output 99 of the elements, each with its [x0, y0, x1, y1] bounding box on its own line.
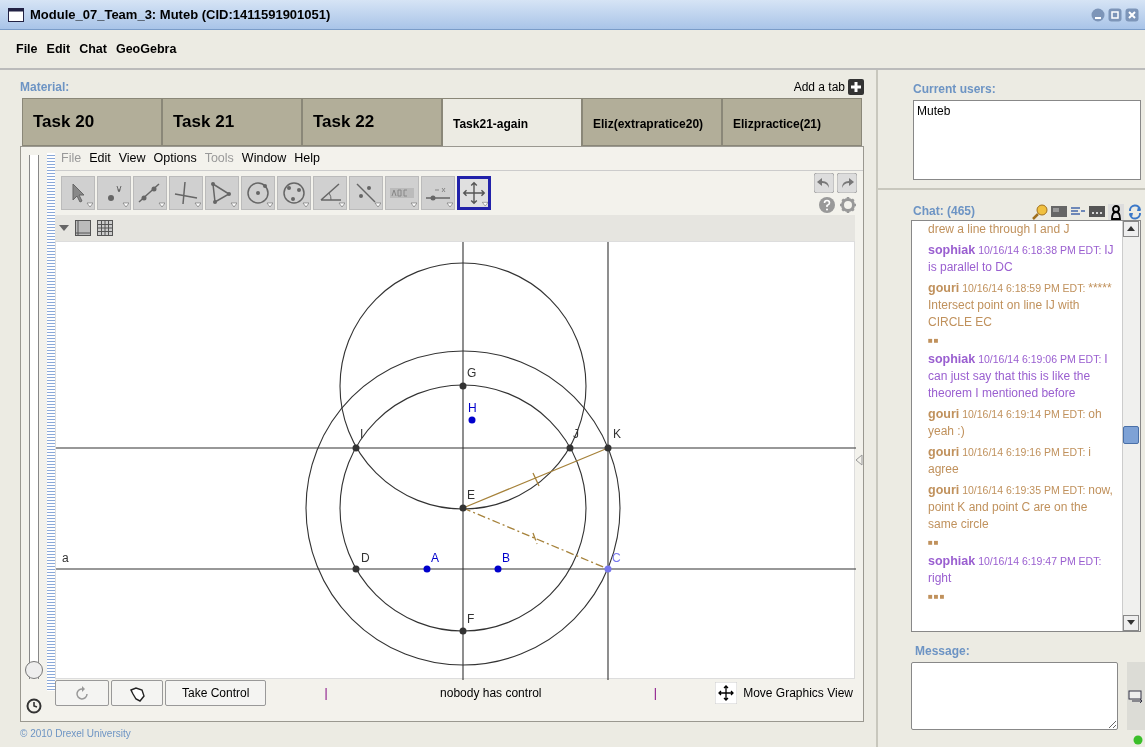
send-button[interactable] — [1127, 662, 1145, 730]
tool-button[interactable] — [133, 176, 167, 210]
copyright-text: © 2010 Drexel University — [20, 727, 132, 741]
point[interactable] — [459, 382, 467, 390]
line-label: a — [62, 551, 69, 565]
redo-icon — [74, 685, 90, 702]
scroll-down-button[interactable] — [1123, 615, 1139, 631]
point-label: B — [502, 551, 510, 565]
tab[interactable]: Task 20 — [22, 98, 162, 146]
menu-item[interactable]: Help — [294, 149, 321, 168]
point-label: G — [467, 366, 477, 380]
menu-item[interactable]: Window — [241, 149, 287, 168]
awareness-marker: ■■ — [928, 335, 941, 347]
awareness-marker: ■■■ — [928, 591, 947, 603]
point[interactable] — [468, 416, 476, 424]
tool-button[interactable] — [169, 176, 203, 210]
status-icon — [1133, 735, 1143, 745]
point[interactable] — [604, 444, 612, 452]
add-tab-link[interactable]: Add a tab — [793, 78, 845, 96]
scroll-thumb[interactable] — [1123, 425, 1139, 444]
users-label: Current users: — [912, 81, 997, 98]
undo-icon[interactable] — [814, 172, 834, 193]
material-label: Material: — [20, 79, 70, 96]
image-icon[interactable] — [1051, 204, 1067, 218]
point[interactable] — [459, 627, 467, 635]
window-title: Module_07_Team_3: Muteb (CID:1411591901051) — [30, 5, 331, 24]
separator: | — [653, 685, 657, 702]
point-label: H — [468, 401, 477, 415]
point[interactable] — [494, 565, 502, 573]
awareness-marker: ■■ — [928, 537, 941, 549]
control-status: nobody has control — [440, 685, 542, 702]
tool-button[interactable] — [241, 176, 275, 210]
caret-icon[interactable] — [59, 225, 69, 231]
chat-message: gouri 10/16/14 6:18:59 PM EDT: ***** Intersect point on line IJ with CIRCLE EC — [928, 280, 1113, 331]
point-label: A — [431, 551, 439, 565]
tool-button[interactable] — [349, 176, 383, 210]
tab[interactable]: Eliz(extrapratice20) — [582, 98, 722, 146]
menu-item[interactable]: GeoGebra — [115, 39, 177, 59]
user-icon[interactable] — [1108, 204, 1124, 220]
collapse-icon[interactable] — [855, 454, 863, 466]
chat-message: gouri 10/16/14 6:19:35 PM EDT: now, point K and point C are on the same circle — [928, 482, 1114, 533]
point-label: I — [360, 427, 364, 441]
up-arrow-icon — [1127, 226, 1135, 232]
user-name[interactable]: Muteb — [917, 102, 1137, 120]
mode-label: Move Graphics View — [743, 685, 853, 702]
tab[interactable]: Task21-again — [442, 98, 582, 146]
tool-button[interactable] — [457, 176, 491, 210]
take-control-button[interactable]: Take Control — [165, 680, 267, 706]
point-label: E — [467, 488, 475, 502]
window-icon — [8, 7, 24, 22]
chat-message: sophiak 10/16/14 6:18:38 PM EDT: IJ is parallel to DC — [928, 242, 1115, 276]
settings-icon[interactable] — [839, 195, 857, 214]
menu-item[interactable]: View — [118, 149, 146, 168]
point-label: D — [361, 551, 370, 565]
menu-item[interactable]: Chat — [79, 39, 107, 59]
plus-icon[interactable] — [848, 79, 864, 95]
tool-button[interactable] — [205, 176, 239, 210]
tab[interactable]: Task 22 — [302, 98, 442, 146]
clock-icon[interactable] — [26, 698, 42, 714]
chat-message: gouri 10/16/14 6:19:14 PM EDT: oh yeah :) — [928, 406, 1103, 440]
point[interactable] — [423, 565, 431, 573]
point-label: C — [612, 551, 621, 565]
maximize-icon[interactable] — [1108, 7, 1122, 22]
chat-message: sophiak 10/16/14 6:19:47 PM EDT: right — [928, 553, 1103, 587]
down-arrow-icon — [1127, 620, 1135, 626]
list-icon[interactable] — [1070, 204, 1086, 218]
menu-item[interactable]: Options — [153, 149, 197, 168]
refresh-icon[interactable] — [1127, 204, 1143, 220]
menu-item[interactable]: Edit — [46, 39, 71, 59]
axes-icon[interactable] — [75, 220, 91, 236]
slider-thumb[interactable] — [25, 661, 43, 679]
tool-button[interactable] — [277, 176, 311, 210]
move-icon — [715, 682, 738, 704]
redo-icon[interactable] — [837, 172, 857, 193]
chat-message: sophiak 10/16/14 6:19:06 PM EDT: I can just say that this is like the theorem I mentioned before — [928, 351, 1109, 402]
separator: | — [324, 685, 328, 702]
message-field[interactable] — [911, 662, 1118, 730]
hand-button[interactable] — [111, 680, 163, 706]
point-label: F — [467, 612, 475, 626]
point[interactable] — [352, 565, 360, 573]
chat-message: drew a line through I and J — [928, 221, 1071, 238]
point-label: K — [613, 427, 621, 441]
message-label: Message: — [914, 643, 971, 660]
send-icon — [1128, 689, 1144, 704]
tab[interactable]: Elizpractice(21) — [722, 98, 862, 146]
chat-label: Chat: (465) — [913, 203, 975, 220]
close-icon[interactable] — [1125, 7, 1139, 22]
help-icon[interactable] — [818, 195, 836, 214]
grid-icon[interactable] — [97, 220, 113, 236]
point[interactable] — [566, 444, 574, 452]
menu-item[interactable]: File — [16, 39, 38, 59]
minimize-icon[interactable] — [1091, 7, 1105, 22]
scroll-up-button[interactable] — [1123, 221, 1139, 237]
search-icon[interactable] — [1032, 204, 1048, 220]
point[interactable] — [459, 504, 467, 512]
menu-item[interactable]: Edit — [89, 149, 111, 168]
point[interactable] — [352, 444, 360, 452]
more-icon[interactable] — [1089, 204, 1105, 218]
tab[interactable]: Task 21 — [162, 98, 302, 146]
